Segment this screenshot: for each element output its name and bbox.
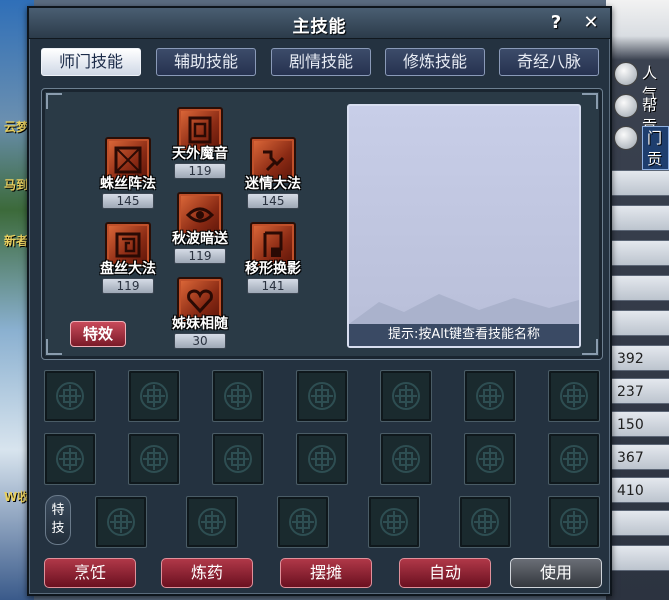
special-skill-slot[interactable] [368,496,420,548]
skill-yixing-huanying[interactable]: 移形换影 141 [243,222,303,298]
skill-qiubo-ansong[interactable]: 秋波暗送 119 [170,192,230,268]
stat-row [610,510,669,536]
close-button[interactable]: ✕ [579,11,603,35]
skill-level: 141 [247,278,299,294]
tab-shimen[interactable]: 师门技能 [41,48,141,76]
special-skills-button[interactable]: 特技 [45,495,71,545]
skill-level: 119 [174,163,226,179]
help-button[interactable]: ? [544,11,568,35]
skill-level: 145 [102,193,154,209]
background-fragment: W收 [4,490,30,504]
tab-qijing[interactable]: 奇经八脉 [499,48,599,76]
skill-name: 移形换影 [245,261,301,277]
radio-renqi[interactable] [614,62,638,86]
empty-skill-slot[interactable] [548,433,600,485]
skill-level: 145 [247,193,299,209]
skill-name: 迷情大法 [245,176,301,192]
skill-pansi-dafa[interactable]: 盘丝大法 119 [98,222,158,298]
special-skill-slot[interactable] [95,496,147,548]
tab-juqing[interactable]: 剧情技能 [271,48,371,76]
stat-row [610,275,669,301]
alchemy-button[interactable]: 炼药 [161,558,253,588]
empty-skill-slot[interactable] [380,433,432,485]
effect-button[interactable]: 特效 [70,321,126,347]
skill-level: 30 [174,333,226,349]
empty-skill-slot[interactable] [44,370,96,422]
radio-banggong[interactable] [614,94,638,118]
skill-panel: 天外魔音 119 蛛丝阵法 145 迷情大法 145 秋波暗送 119 盘丝大法… [41,88,603,360]
stat-value: 410 [610,477,669,503]
empty-skill-slot[interactable] [296,433,348,485]
corner-ornament [582,93,598,109]
stat-row [610,310,669,336]
skill-tianwai-moyin[interactable]: 天外魔音 119 [170,107,230,183]
tab-xiulian[interactable]: 修炼技能 [385,48,485,76]
background-fragment: 新者 [4,234,29,248]
stat-row [610,205,669,231]
mountain-decoration [349,294,579,324]
stat-row [610,545,669,571]
title-bar[interactable]: 主技能 ? ✕ [29,8,610,39]
radio-label: 门贡 [642,126,669,170]
tab-fuzhu[interactable]: 辅助技能 [156,48,256,76]
stat-value: 392 [610,345,669,371]
background-fragment: 云梦 [4,120,29,134]
skill-name: 盘丝大法 [100,261,156,277]
empty-skill-slot[interactable] [464,433,516,485]
special-skill-slot[interactable] [186,496,238,548]
background-fragment: 马到 [4,178,29,192]
stat-row [610,170,669,196]
empty-skill-slot[interactable] [296,370,348,422]
empty-skill-slot[interactable] [380,370,432,422]
skill-name: 姊妹相随 [172,316,228,332]
skill-description-box: 提示:按Alt键查看技能名称 [347,104,581,348]
corner-ornament [46,339,62,355]
corner-ornament [582,339,598,355]
auto-button[interactable]: 自动 [399,558,491,588]
empty-skill-slot[interactable] [44,433,96,485]
skill-zimei-xiangsui[interactable]: 姊妹相随 30 [170,277,230,353]
empty-skill-slot[interactable] [128,433,180,485]
corner-ornament [46,93,62,109]
skill-name: 天外魔音 [172,146,228,162]
window-title: 主技能 [292,17,347,37]
stat-row [610,240,669,266]
empty-skill-slot[interactable] [128,370,180,422]
alt-key-hint: 提示:按Alt键查看技能名称 [349,324,579,346]
skill-level: 119 [102,278,154,294]
stat-value: 237 [610,378,669,404]
empty-skill-slot[interactable] [212,433,264,485]
skill-level: 119 [174,248,226,264]
special-skill-slot[interactable] [277,496,329,548]
cooking-button[interactable]: 烹饪 [44,558,136,588]
radio-mengong[interactable] [614,126,638,150]
stat-value: 150 [610,411,669,437]
skill-zhusi-zhenfa[interactable]: 蛛丝阵法 145 [98,137,158,213]
stall-button[interactable]: 摆摊 [280,558,372,588]
empty-skill-slot[interactable] [548,370,600,422]
empty-skill-slot[interactable] [464,370,516,422]
empty-skill-slot[interactable] [212,370,264,422]
main-skill-window: 主技能 ? ✕ 师门技能 辅助技能 剧情技能 修炼技能 奇经八脉 天外魔音 11… [27,6,612,596]
special-skill-slot[interactable] [548,496,600,548]
skill-name: 蛛丝阵法 [100,176,156,192]
skill-miqing-dafa[interactable]: 迷情大法 145 [243,137,303,213]
background-panel-right: 人气 帮贡 门贡 392 237 150 367 410 [606,0,669,600]
stat-value: 367 [610,444,669,470]
skill-tabs: 师门技能 辅助技能 剧情技能 修炼技能 奇经八脉 [41,48,601,78]
skill-name: 秋波暗送 [172,231,228,247]
special-skill-slot[interactable] [459,496,511,548]
use-button[interactable]: 使用 [510,558,602,588]
